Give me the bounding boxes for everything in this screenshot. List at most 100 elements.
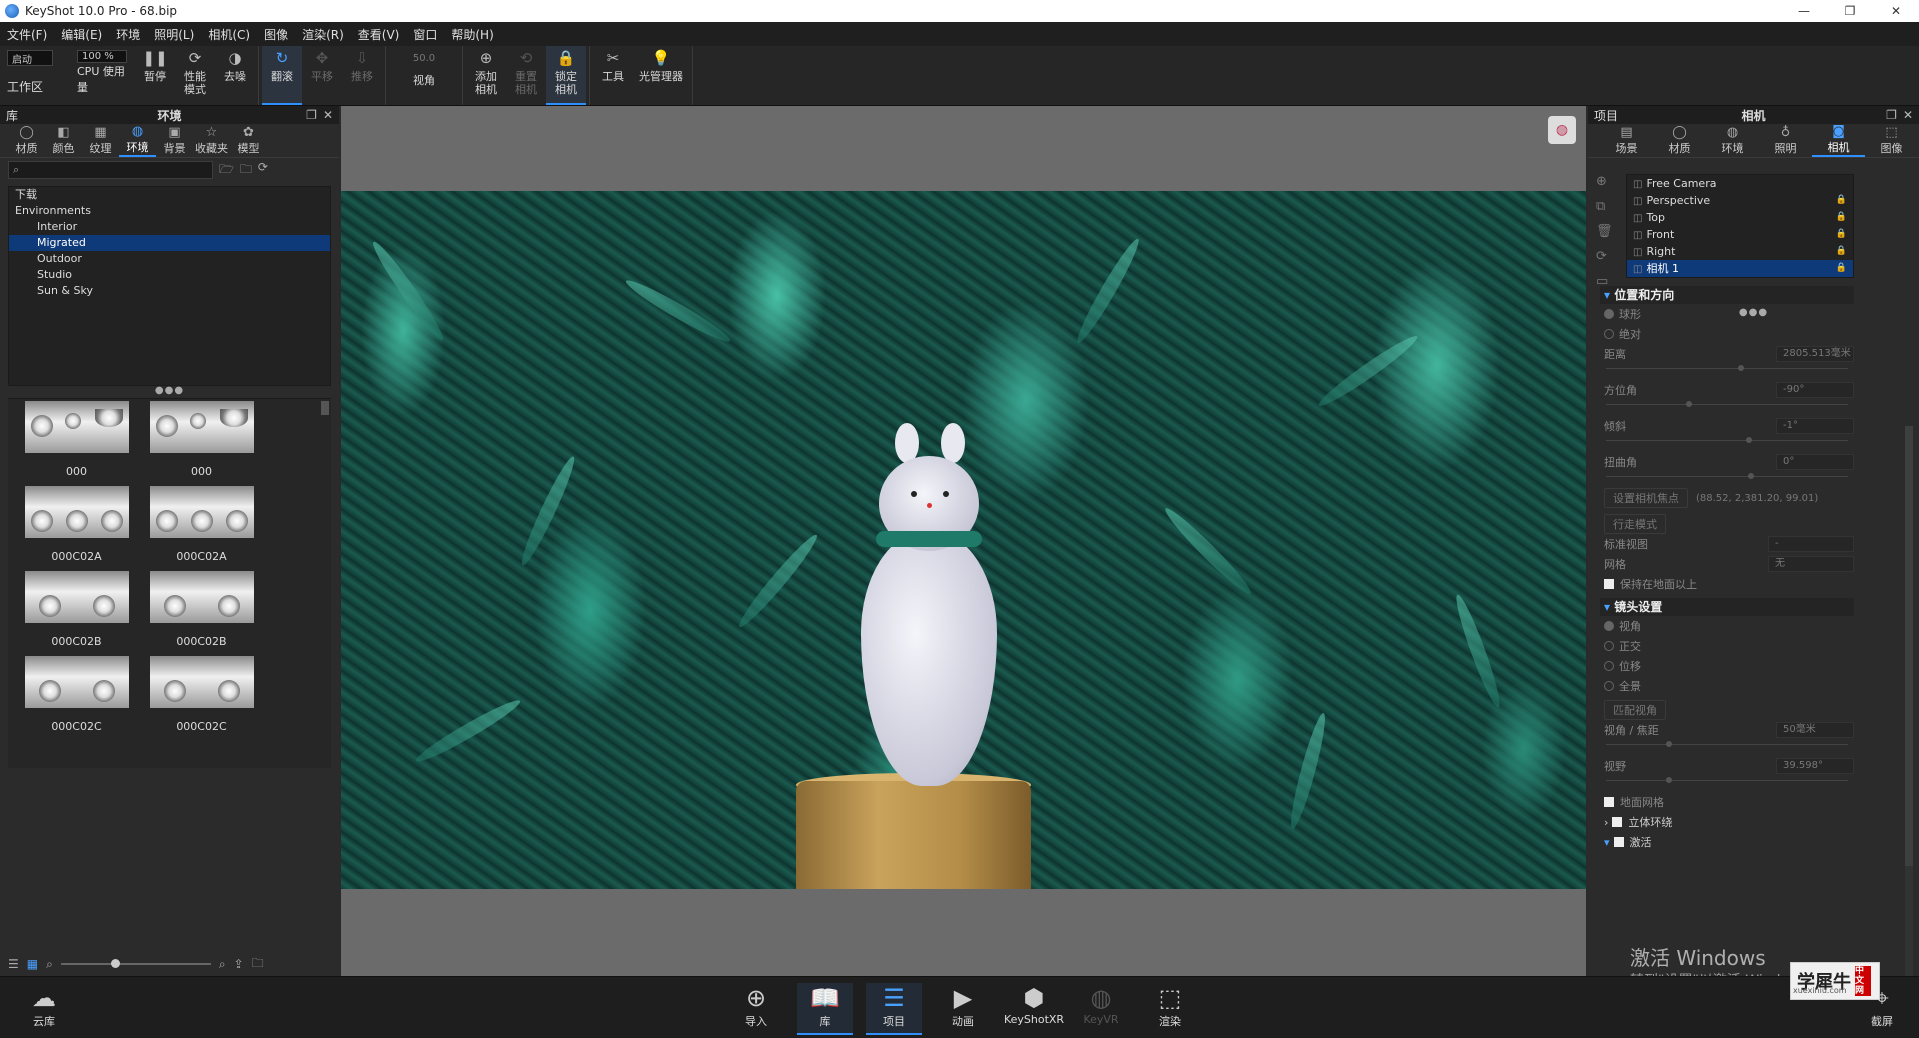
menu-file[interactable]: 文件(F) (0, 26, 54, 43)
cloud-library-button[interactable]: ☁ 云库 (16, 983, 72, 1035)
performance-mode-button[interactable]: ⟳ 性能 模式 (175, 46, 215, 105)
thumbnail-item[interactable]: 000C02A (139, 486, 264, 571)
distance-slider[interactable] (1606, 364, 1848, 374)
keep-above-ground-row[interactable]: 保持在地面以上 (1600, 574, 1854, 594)
stereo-checkbox[interactable] (1612, 817, 1623, 827)
undock-icon[interactable]: ❐ (306, 108, 317, 122)
slider-knob[interactable] (110, 959, 120, 968)
menu-render[interactable]: 渲染(R) (295, 26, 351, 43)
tab-environment[interactable]: ◍ 环境 (1706, 124, 1759, 157)
incline-field[interactable]: -1° (1776, 418, 1854, 434)
menu-lighting[interactable]: 照明(L) (147, 26, 201, 43)
thumbnail-item[interactable]: 000C02C (14, 656, 139, 741)
slider-knob[interactable] (1686, 401, 1692, 407)
grid-view-icon[interactable]: ▦ (27, 957, 38, 971)
close-panel-icon[interactable]: ✕ (323, 108, 333, 122)
tab-environments[interactable]: ◍ 环境 (119, 124, 156, 157)
duplicate-camera-icon[interactable]: ⧉ (1596, 199, 1613, 214)
lock-icon[interactable]: 🔒 (1836, 209, 1847, 226)
minimize-button[interactable]: — (1781, 0, 1827, 22)
scrollbar-thumb[interactable] (1905, 426, 1913, 866)
slider-knob[interactable] (1748, 473, 1754, 479)
field-of-view-slider[interactable] (1606, 776, 1848, 786)
library-search-input[interactable]: ⌕ (8, 161, 213, 179)
incline-slider[interactable] (1606, 436, 1848, 446)
focal-length-slider[interactable] (1606, 740, 1848, 750)
tab-material[interactable]: ◯ 材质 (1653, 124, 1706, 157)
tab-lighting[interactable]: ♁ 照明 (1759, 124, 1812, 157)
camera-item-camera1[interactable]: 相机 1 🔒 (1627, 260, 1853, 277)
slider-knob[interactable] (1746, 437, 1752, 443)
field-of-view-field[interactable]: 39.598° (1776, 758, 1854, 774)
thumbnail-item[interactable]: 000C02B (139, 571, 264, 656)
menu-camera[interactable]: 相机(C) (201, 26, 257, 43)
fov-control[interactable]: 50.0 视角 (389, 46, 459, 105)
camera-item-top[interactable]: Top 🔒 (1627, 209, 1853, 226)
zoom-out-icon[interactable]: ⌕ (46, 957, 53, 972)
tree-item-migrated[interactable]: Migrated (9, 235, 330, 251)
menu-window[interactable]: 窗口 (406, 26, 444, 43)
add-folder-icon[interactable]: 🗀 (240, 160, 252, 181)
tree-item-outdoor[interactable]: Outdoor (9, 251, 330, 267)
menu-image[interactable]: 图像 (257, 26, 295, 43)
azimuth-slider[interactable] (1606, 400, 1848, 410)
thumbnail-item[interactable]: 000 (139, 401, 264, 486)
slider-knob[interactable] (1666, 777, 1672, 783)
add-camera-icon[interactable]: ⊕ (1596, 174, 1613, 189)
lock-icon[interactable]: 🔒 (1836, 226, 1847, 243)
tree-item-interior[interactable]: Interior (9, 219, 330, 235)
radio-spherical[interactable]: 球形 (1600, 304, 1854, 324)
tree-item-downloads[interactable]: 下载 (9, 187, 330, 203)
activate-checkbox[interactable] (1613, 837, 1624, 847)
animation-button[interactable]: ▶ 动画 (935, 983, 991, 1035)
section-position-orientation[interactable]: 位置和方向 (1600, 286, 1854, 304)
render-button[interactable]: ⬚ 渲染 (1142, 983, 1198, 1035)
cpu-percent-field[interactable]: 100 % (77, 50, 127, 63)
azimuth-field[interactable]: -90° (1776, 382, 1854, 398)
twist-field[interactable]: 0° (1776, 454, 1854, 470)
tab-colors[interactable]: ◧ 颜色 (45, 124, 82, 157)
thumbnail-item[interactable]: 000 (14, 401, 139, 486)
pan-button[interactable]: ✥ 平移 (302, 46, 342, 105)
camera-item-front[interactable]: Front 🔒 (1627, 226, 1853, 243)
tab-backplates[interactable]: ▣ 背景 (156, 124, 193, 157)
section-lens-settings[interactable]: 镜头设置 (1600, 598, 1854, 616)
camera-item-free[interactable]: Free Camera (1627, 175, 1853, 192)
focal-length-field[interactable]: 50毫米 (1776, 722, 1854, 738)
radio-panorama[interactable]: 全景 (1600, 676, 1854, 696)
undock-icon[interactable]: ❐ (1886, 108, 1897, 122)
tab-materials[interactable]: ◯ 材质 (8, 124, 45, 157)
tab-scene[interactable]: ▤ 场景 (1600, 124, 1653, 157)
radio-perspective[interactable]: 视角 (1600, 616, 1854, 636)
slider-knob[interactable] (1666, 741, 1672, 747)
tree-item-sun-sky[interactable]: Sun & Sky (9, 283, 330, 299)
project-toggle-button[interactable]: ☰ 项目 (866, 983, 922, 1035)
tab-textures[interactable]: ▦ 纹理 (82, 124, 119, 157)
slider-knob[interactable] (1738, 365, 1744, 371)
lock-icon[interactable]: 🔒 (1836, 192, 1847, 209)
standard-view-select[interactable]: - (1768, 536, 1854, 552)
set-camera-focus-button[interactable]: 设置相机焦点 (1604, 488, 1688, 508)
grid-select[interactable]: 无 (1768, 556, 1854, 572)
properties-scrollbar[interactable] (1905, 426, 1913, 996)
workspace-select[interactable]: 启动 (7, 50, 53, 66)
fov-value[interactable]: 50.0 (413, 52, 435, 70)
radio-absolute[interactable]: 绝对 (1600, 324, 1854, 344)
ground-grid-row[interactable]: 地面网格 (1600, 792, 1854, 812)
reset-camera-button[interactable]: ⟲ 重置 相机 (506, 46, 546, 105)
menu-edit[interactable]: 编辑(E) (54, 26, 109, 43)
keyshotxr-button[interactable]: ⬢ KeyShotXR (1004, 983, 1064, 1035)
match-perspective-button[interactable]: 匹配视角 (1604, 700, 1666, 720)
ground-grid-checkbox[interactable] (1604, 797, 1614, 807)
walk-mode-button[interactable]: 行走模式 (1604, 514, 1666, 534)
realtime-render-image[interactable] (341, 191, 1586, 889)
thumbnail-item[interactable]: 000C02A (14, 486, 139, 571)
splitter-handle[interactable]: ●●● (0, 386, 339, 398)
import-folder-icon[interactable]: 🗀 (252, 954, 264, 975)
radio-orthographic[interactable]: 正交 (1600, 636, 1854, 656)
library-toggle-button[interactable]: 📖 库 (797, 983, 853, 1035)
lock-icon[interactable]: 🔒 (1836, 260, 1847, 277)
thumbnail-item[interactable]: 000C02B (14, 571, 139, 656)
tumble-button[interactable]: ↻ 翻滚 (262, 46, 302, 105)
activate-row[interactable]: ▾ 激活 (1600, 832, 1854, 852)
